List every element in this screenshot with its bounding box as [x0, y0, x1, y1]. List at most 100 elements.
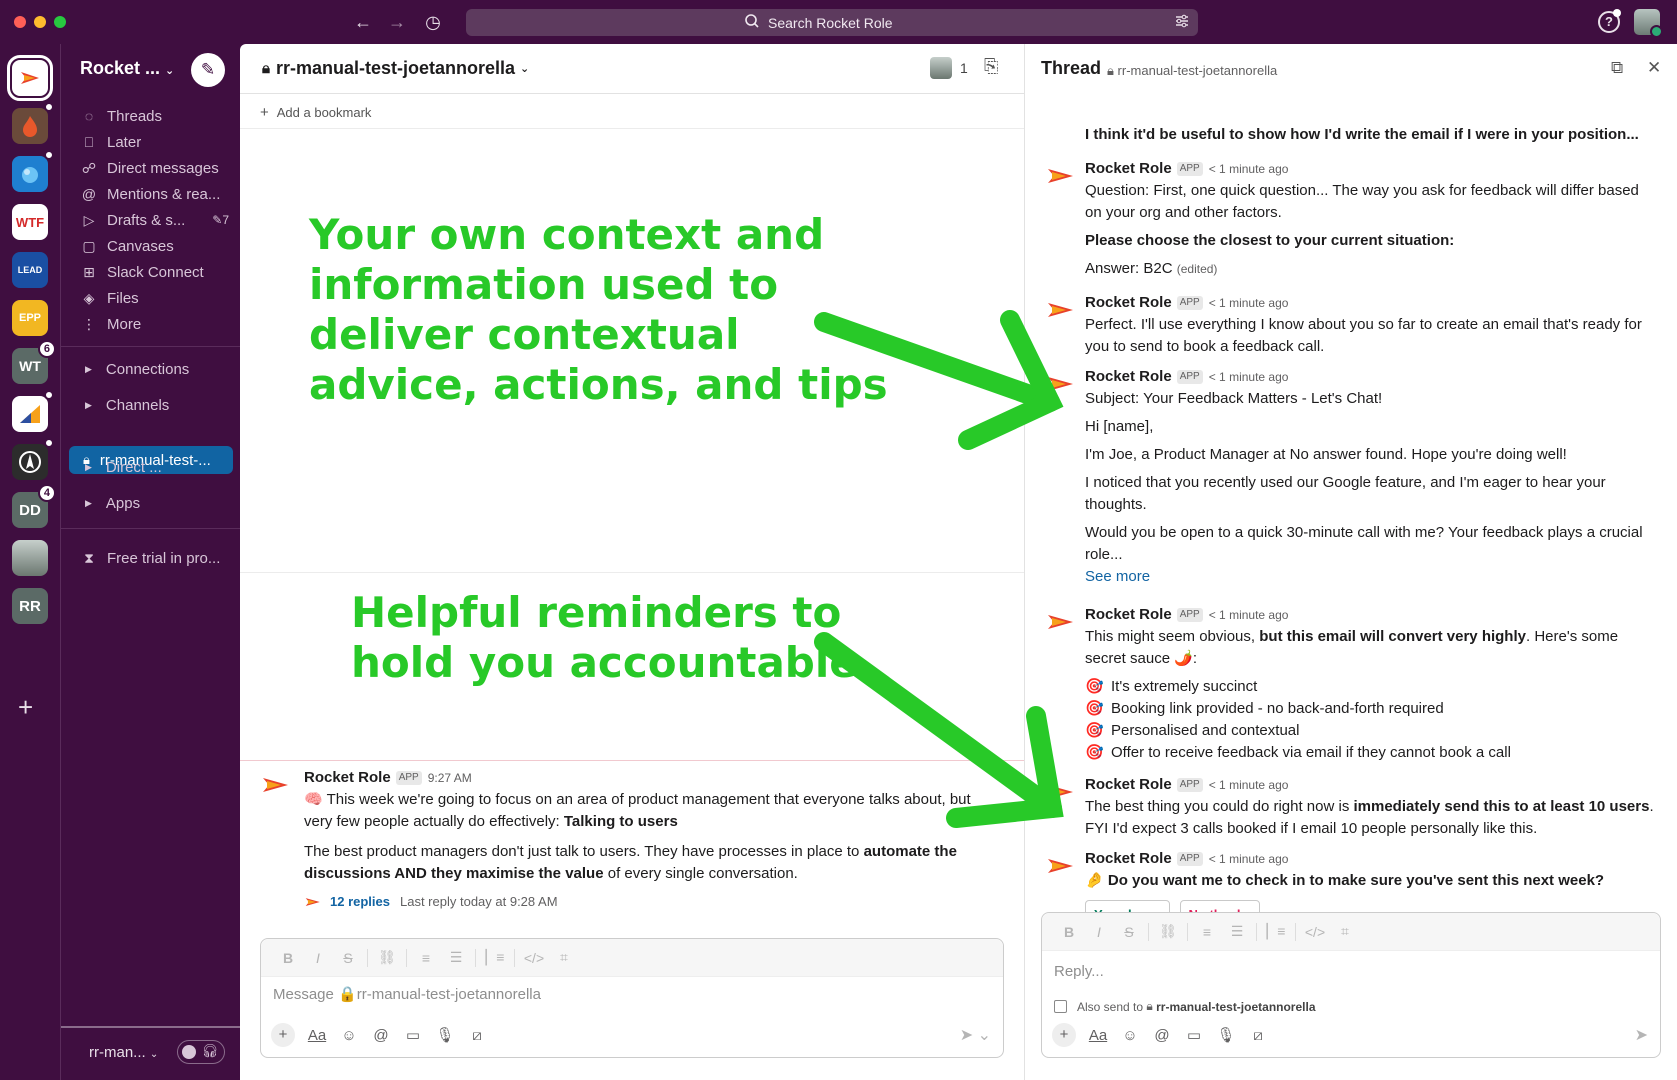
user-avatar[interactable]	[1634, 9, 1663, 38]
code-block-icon[interactable]: ⌗	[1330, 923, 1360, 940]
thread-message[interactable]: Rocket Role APP < 1 minute ago Question: F…	[1045, 158, 1655, 280]
channel-title[interactable]: 🔒︎ rr-manual-test-joetannorella ⌄	[262, 58, 529, 79]
emoji-icon[interactable]: ☺	[339, 1027, 359, 1044]
search-bar[interactable]: Search Rocket Role	[466, 9, 1198, 36]
compose-button[interactable]: ✎	[191, 53, 225, 87]
blockquote-icon[interactable]: ▏≡	[1261, 923, 1291, 940]
bold-icon[interactable]: B	[273, 950, 303, 966]
sidebar-item-slack-connect[interactable]: ⊞ Slack Connect	[79, 260, 229, 284]
workspace-8[interactable]	[12, 390, 54, 432]
workspace-2[interactable]	[12, 102, 54, 144]
reply-composer[interactable]: B I S ⛓ ≡ ☰ ▏≡ </> ⌗ Reply... Also send …	[1041, 912, 1661, 1058]
member-count[interactable]: 1	[960, 60, 968, 76]
sidebar-item-more[interactable]: ⋮ More	[79, 312, 229, 336]
bullet-list-icon[interactable]: ☰	[441, 949, 471, 966]
section-connections[interactable]: ▶ Connections	[85, 361, 189, 378]
workspace-dd[interactable]: DD 4	[12, 484, 56, 528]
send-icon[interactable]: ➤ ⌄	[960, 1025, 991, 1045]
workspace-rocket-role[interactable]	[7, 55, 53, 101]
bold-icon[interactable]: B	[1054, 924, 1084, 940]
clock-icon[interactable]: ◷	[420, 9, 446, 35]
section-direct[interactable]: ▶ Direct ...	[85, 459, 162, 476]
message-time[interactable]: < 1 minute ago	[1209, 162, 1289, 176]
strike-icon[interactable]: S	[333, 950, 363, 966]
microphone-icon[interactable]: 🎙︎	[1216, 1026, 1236, 1044]
add-workspace-button[interactable]: +	[18, 694, 33, 720]
mention-icon[interactable]: @	[371, 1027, 391, 1044]
message-time[interactable]: 9:27 AM	[428, 771, 472, 785]
member-avatar[interactable]	[930, 57, 952, 79]
thread-replies[interactable]: 12 replies Last reply today at 9:28 AM	[304, 891, 1000, 913]
also-send-option[interactable]: Also send to 🔒︎ rr-manual-test-joetannor…	[1054, 999, 1316, 1014]
thread-message[interactable]: Rocket Role APP < 1 minute ago Perfect. I'…	[1045, 292, 1655, 358]
message-author[interactable]: Rocket Role	[1085, 368, 1172, 385]
emoji-icon[interactable]: ☺	[1120, 1027, 1140, 1044]
sidebar-item-drafts[interactable]: ▷ Drafts & s... ✎7	[79, 208, 229, 232]
code-icon[interactable]: </>	[1300, 924, 1330, 940]
code-icon[interactable]: </>	[519, 950, 549, 966]
thread-channel[interactable]: 🔒︎ rr-manual-test-joetannorella	[1107, 63, 1277, 79]
link-icon[interactable]: ⛓	[1153, 923, 1183, 940]
sidebar-item-mentions[interactable]: @ Mentions & rea...	[79, 182, 229, 206]
ordered-list-icon[interactable]: ≡	[1192, 924, 1222, 940]
video-icon[interactable]: ▭	[1184, 1026, 1204, 1044]
sidebar-item-later[interactable]: ⎕ Later	[79, 130, 229, 154]
message-time[interactable]: < 1 minute ago	[1209, 370, 1289, 384]
workspace-epp[interactable]: EPP	[12, 300, 48, 336]
text-format-icon[interactable]: Aa	[1088, 1027, 1108, 1044]
workspace-name[interactable]: Rocket ... ⌄	[80, 58, 174, 79]
huddle-toggle[interactable]: 🎧︎	[177, 1040, 225, 1064]
workspace-9[interactable]	[12, 438, 54, 480]
popout-icon[interactable]: ⧉	[1611, 58, 1623, 78]
workspace-3[interactable]	[12, 150, 54, 192]
sidebar-item-files[interactable]: ◈ Files	[79, 286, 229, 310]
workspace-wt[interactable]: WT 6	[12, 340, 56, 384]
section-channels[interactable]: ▶ Channels	[85, 397, 169, 414]
text-format-icon[interactable]: Aa	[307, 1027, 327, 1044]
reply-input[interactable]: Reply...	[1054, 963, 1104, 980]
section-apps[interactable]: ▶ Apps	[85, 495, 140, 512]
microphone-icon[interactable]: 🎙︎	[435, 1026, 455, 1044]
slash-command-icon[interactable]: ⧄	[467, 1027, 487, 1044]
italic-icon[interactable]: I	[1084, 924, 1114, 940]
plus-icon[interactable]: +	[271, 1023, 295, 1047]
free-trial-link[interactable]: ⧗ Free trial in pro...	[79, 546, 229, 570]
message-time[interactable]: < 1 minute ago	[1209, 296, 1289, 310]
maximize-window-button[interactable]	[54, 16, 66, 28]
workspace-rr[interactable]: RR	[12, 588, 48, 624]
code-block-icon[interactable]: ⌗	[549, 949, 579, 966]
workspace-lead[interactable]: LEAD	[12, 252, 48, 288]
workspace-wtf[interactable]: WTF	[12, 204, 48, 240]
message-author[interactable]: Rocket Role	[1085, 850, 1172, 867]
see-more-link[interactable]: See more	[1085, 566, 1655, 588]
message-input[interactable]: Message 🔒rr-manual-test-joetannorella	[273, 985, 541, 1003]
add-bookmark-button[interactable]: + Add a bookmark	[260, 104, 371, 121]
close-window-button[interactable]	[14, 16, 26, 28]
also-send-checkbox[interactable]	[1054, 1000, 1067, 1013]
message-author[interactable]: Rocket Role	[304, 769, 391, 786]
message-author[interactable]: Rocket Role	[1085, 776, 1172, 793]
message-author[interactable]: Rocket Role	[1085, 160, 1172, 177]
huddle-channel-name[interactable]: rr-man... ⌄	[89, 1044, 158, 1061]
replies-link[interactable]: 12 replies	[330, 891, 390, 913]
arrow-right-icon[interactable]: →	[384, 9, 410, 35]
message-time[interactable]: < 1 minute ago	[1209, 778, 1289, 792]
message-composer[interactable]: B I S ⛓ ≡ ☰ ▏≡ </> ⌗ Message 🔒rr-manual-…	[260, 938, 1004, 1058]
blockquote-icon[interactable]: ▏≡	[480, 949, 510, 966]
sidebar-item-canvases[interactable]: ▢ Canvases	[79, 234, 229, 258]
bullet-list-icon[interactable]: ☰	[1222, 923, 1252, 940]
minimize-window-button[interactable]	[34, 16, 46, 28]
send-icon[interactable]: ➤	[1635, 1025, 1648, 1045]
sidebar-item-threads[interactable]: ◌ Threads	[79, 104, 229, 128]
huddle-icon[interactable]: ⎘	[984, 56, 998, 77]
channel-message[interactable]: Rocket Role APP 9:27 AM 🧠 This week we're …	[260, 767, 1000, 913]
plus-icon[interactable]: +	[1052, 1023, 1076, 1047]
close-icon[interactable]: ✕	[1647, 58, 1661, 78]
slash-command-icon[interactable]: ⧄	[1248, 1027, 1268, 1044]
filter-icon[interactable]	[1174, 13, 1190, 32]
thread-message[interactable]: Rocket Role APP < 1 minute ago The best th…	[1045, 774, 1655, 840]
message-author[interactable]: Rocket Role	[1085, 606, 1172, 623]
thread-message[interactable]: Rocket Role APP < 1 minute ago Subject: Yo…	[1045, 366, 1655, 588]
video-icon[interactable]: ▭	[403, 1026, 423, 1044]
message-time[interactable]: < 1 minute ago	[1209, 608, 1289, 622]
